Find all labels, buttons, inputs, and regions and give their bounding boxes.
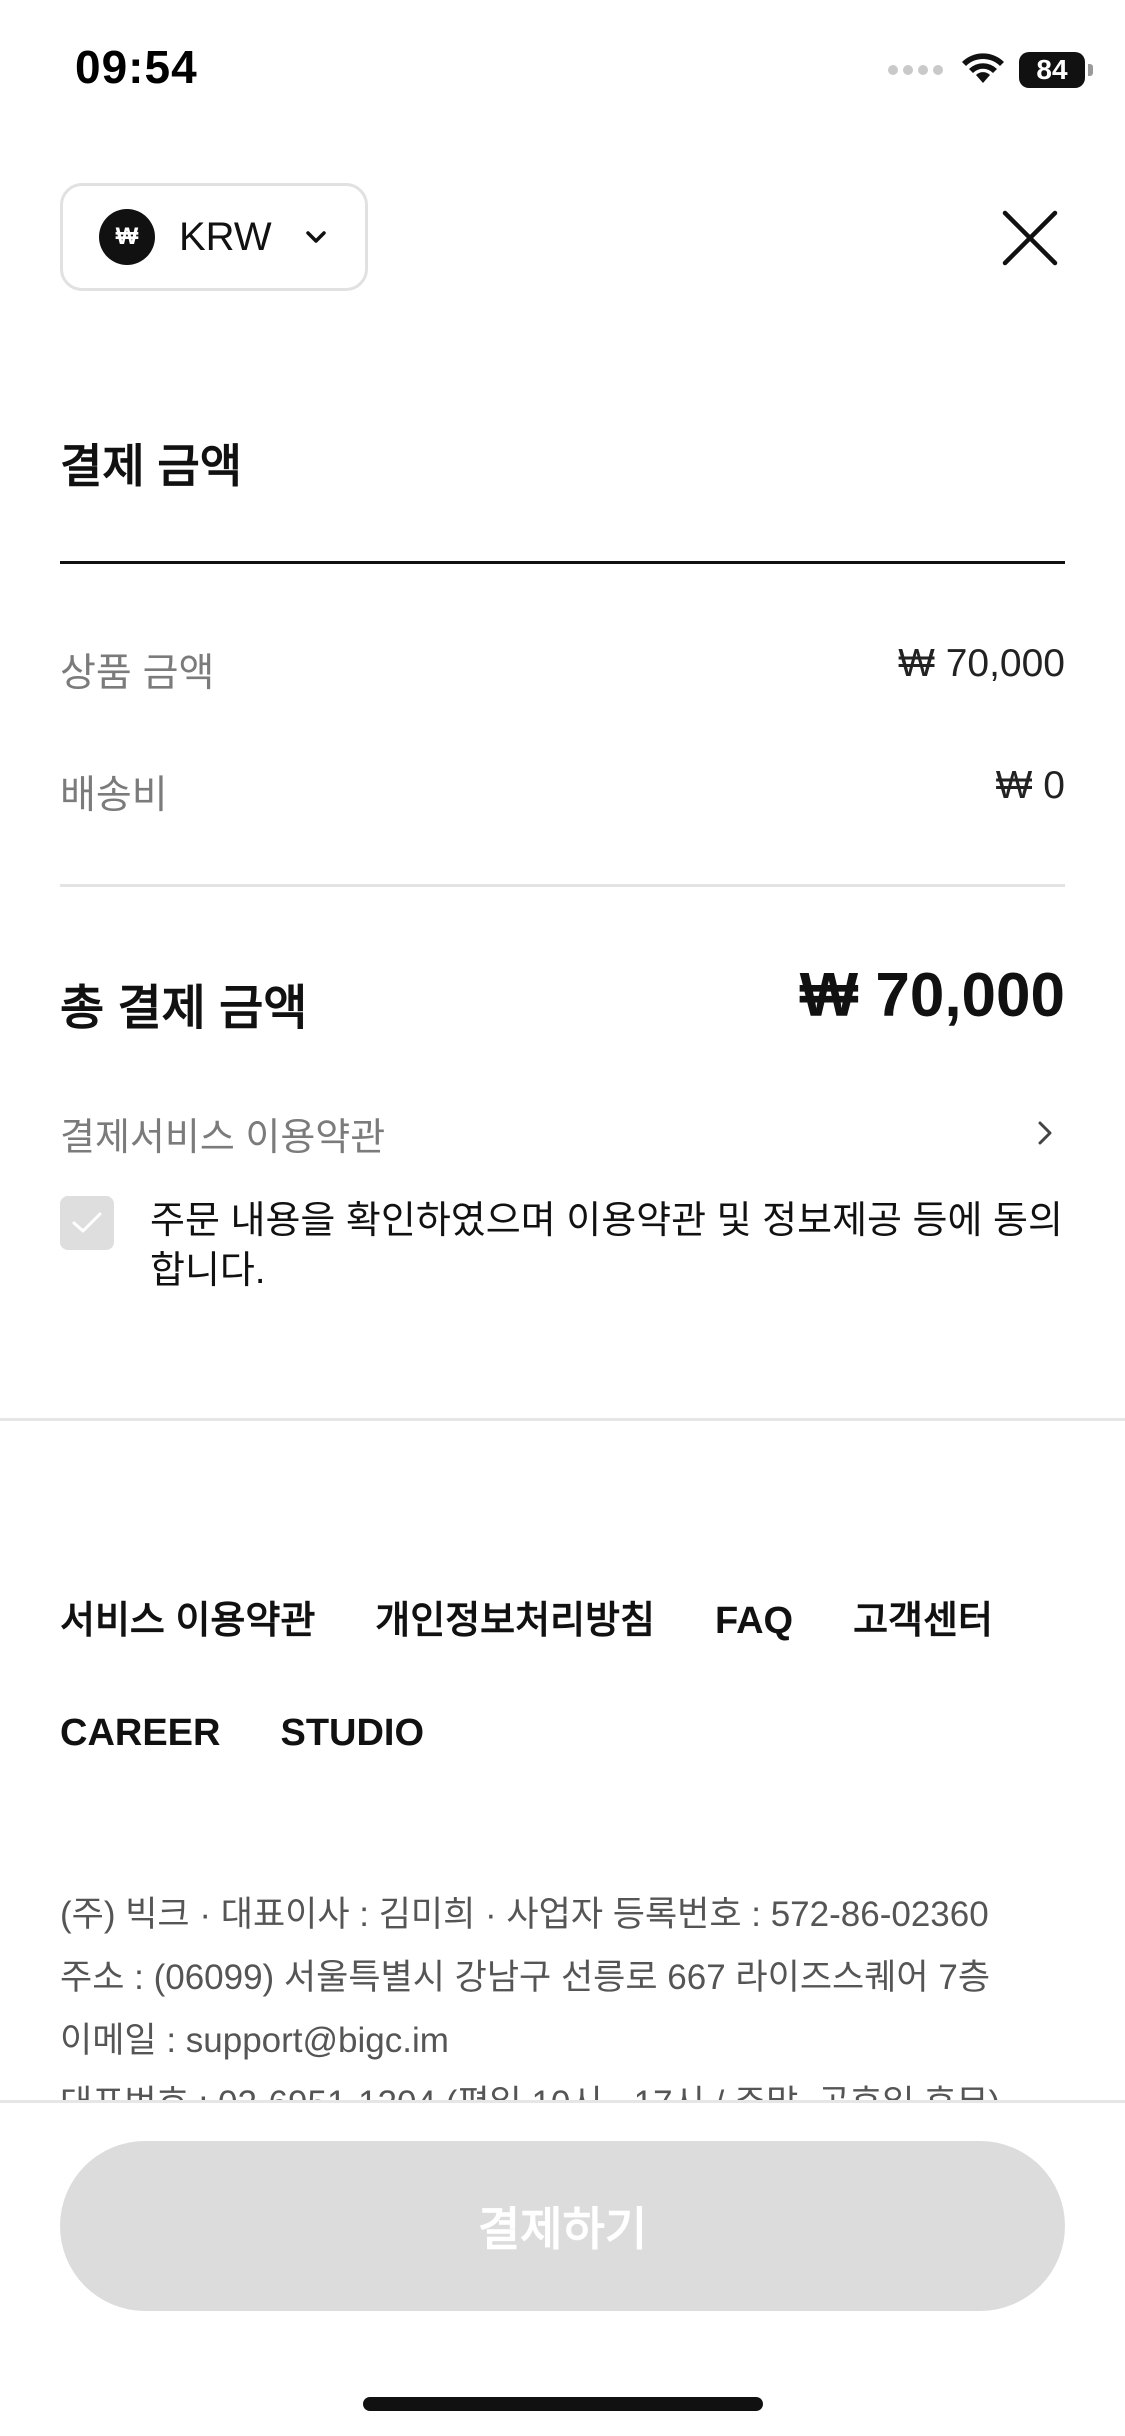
status-icons: 84: [888, 48, 1093, 92]
shipping-fee-label: 배송비: [60, 774, 168, 817]
company-info-line: 주소 : (06099) 서울특별시 강남구 선릉로 667 라이즈스퀘어 7층: [60, 1958, 991, 1997]
bottom-action-bar: 결제하기: [0, 2100, 1125, 2436]
currency-icon: ₩: [99, 209, 155, 265]
company-info: (주) 빅크 · 대표이사 : 김미희 · 사업자 등록번호 : 572-86-…: [60, 1883, 1070, 2101]
chevron-right-icon: [1038, 1121, 1052, 1145]
footer-link-career[interactable]: CAREER: [60, 1708, 220, 1758]
footer-link-faq[interactable]: FAQ: [715, 1596, 793, 1646]
agree-checkbox[interactable]: [60, 1196, 114, 1250]
wifi-icon: [962, 53, 1004, 83]
agree-text[interactable]: 주문 내용을 확인하였으며 이용약관 및 정보제공 등에 동의합니다.: [150, 1196, 1070, 1296]
payment-terms-link[interactable]: 결제서비스 이용약관: [60, 1108, 1065, 1159]
footer-link-studio[interactable]: STUDIO: [280, 1708, 424, 1758]
check-icon: [72, 1212, 102, 1233]
status-bar: 09:54 84: [0, 0, 1125, 140]
battery-icon: 84: [1019, 52, 1093, 88]
company-info-line: (주) 빅크 · 대표이사 : 김미희 · 사업자 등록번호 : 572-86-…: [60, 1895, 989, 1934]
shipping-fee-value: ₩ 0: [995, 764, 1065, 807]
close-icon[interactable]: [1000, 208, 1060, 268]
footer-link-service-terms[interactable]: 서비스 이용약관: [60, 1596, 315, 1646]
cellular-signal-icon: [888, 65, 943, 75]
product-amount-label: 상품 금액: [60, 652, 215, 695]
battery-level: 84: [1036, 54, 1068, 85]
currency-selector[interactable]: ₩ KRW: [60, 183, 368, 291]
company-info-line: 대표번호 : 02-6951-1204 (평일 10시 - 17시 / 주말, …: [60, 2072, 1070, 2101]
chevron-down-icon: [305, 231, 326, 243]
total-amount-value: ₩ 70,000: [799, 961, 1065, 1030]
status-time: 09:54: [75, 41, 198, 93]
payment-terms-label: 결제서비스 이용약관: [60, 1116, 386, 1159]
home-indicator: [363, 2397, 763, 2411]
currency-label: KRW: [179, 214, 272, 259]
footer-link-customer-center[interactable]: 고객센터: [853, 1596, 993, 1646]
product-amount-value: ₩ 70,000: [898, 642, 1065, 685]
payment-title: 결제 금액: [60, 440, 243, 492]
divider: [60, 561, 1065, 564]
pay-button[interactable]: 결제하기: [60, 2141, 1065, 2311]
divider: [60, 884, 1065, 887]
footer-link-privacy-policy[interactable]: 개인정보처리방침: [375, 1596, 655, 1646]
section-divider: [0, 1418, 1125, 1421]
footer-links: 서비스 이용약관 개인정보처리방침 FAQ 고객센터 CAREER STUDIO: [60, 1596, 1070, 1758]
total-amount-label: 총 결제 금액: [60, 982, 308, 1035]
company-info-line: 이메일 : support@bigc.im: [60, 2021, 449, 2060]
